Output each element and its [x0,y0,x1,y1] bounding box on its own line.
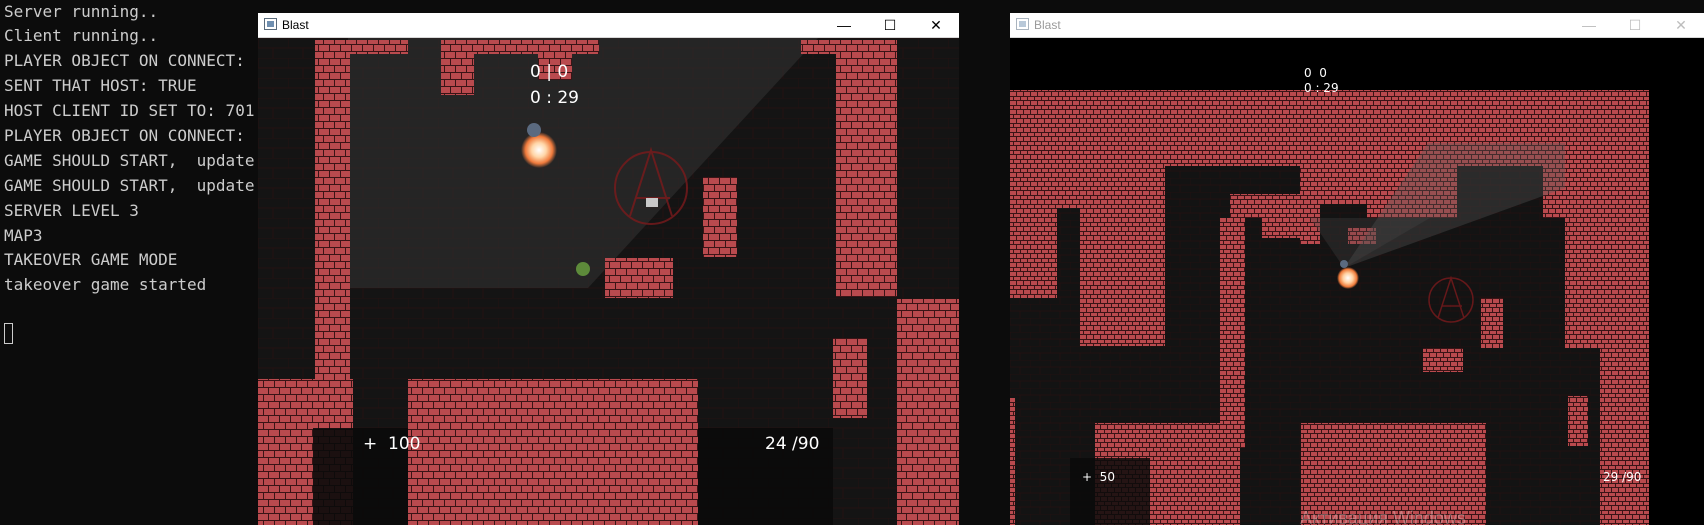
window-title: Blast [282,18,309,32]
game-map [1010,38,1704,525]
timer-display: 0 : 29 [1304,81,1339,95]
console-line: SERVER LEVEL 3 [4,201,139,220]
console-line: SENT THAT HOST: TRUE [4,76,197,95]
minimize-button[interactable]: — [821,13,867,37]
ammo-display: 24 /90 [765,434,820,454]
muzzle-flash [1337,267,1359,289]
console-line: GAME SHOULD START, update [4,176,255,195]
close-button[interactable]: ✕ [1658,13,1704,37]
app-icon [1016,18,1029,30]
title-bar[interactable]: Blast — ☐ ✕ [258,13,959,38]
text-cursor[interactable] [4,323,13,344]
console-line: PLAYER OBJECT ON CONNECT: [4,51,245,70]
window-title: Blast [1034,18,1061,32]
console-line: takeover game started [4,275,207,294]
timer-display: 0 : 29 [530,88,579,108]
console-line: HOST CLIENT ID SET TO: 701 [4,101,255,120]
enemy-sprite [576,262,590,276]
console-line: TAKEOVER GAME MODE [4,250,178,269]
minimize-button[interactable]: — [1566,13,1612,37]
health-display: + 100 [363,434,421,454]
game-viewport[interactable]: 0 | 0 0 : 29 + 100 24 /90 [258,38,959,525]
muzzle-flash [521,132,557,168]
close-button[interactable]: ✕ [913,13,959,37]
flag-item [646,198,658,207]
console-line: MAP3 [4,226,43,245]
game-viewport[interactable]: 0 0 0 : 29 + 50 29 /90 Активация Windows [1010,38,1704,525]
player-sprite [527,123,541,137]
game-window-client[interactable]: Blast — ☐ ✕ 0 0 0: 29 + 50 29 /90 Актив… [1010,13,1704,525]
player-sprite [1340,260,1348,268]
score-display: 0 | 0 [530,62,569,82]
maximize-button[interactable]: ☐ [867,13,913,37]
ammo-display: 29 /90 [1603,470,1642,484]
app-icon [264,18,277,30]
activation-watermark: Активация Windows [1300,508,1466,525]
console-line: GAME SHOULD START, update [4,151,255,170]
game-window-host[interactable]: Blast — ☐ ✕ 0 | 0 0: 29 + 100 24 /90 [258,13,959,525]
console-line: Client running.. [4,26,159,45]
health-display: + 50 [1082,470,1115,484]
console-line: PLAYER OBJECT ON CONNECT: [4,126,245,145]
score-display: 0 0 [1304,66,1327,80]
title-bar[interactable]: Blast — ☐ ✕ [1010,13,1704,38]
maximize-button[interactable]: ☐ [1612,13,1658,37]
console-line: Server running.. [4,2,159,21]
